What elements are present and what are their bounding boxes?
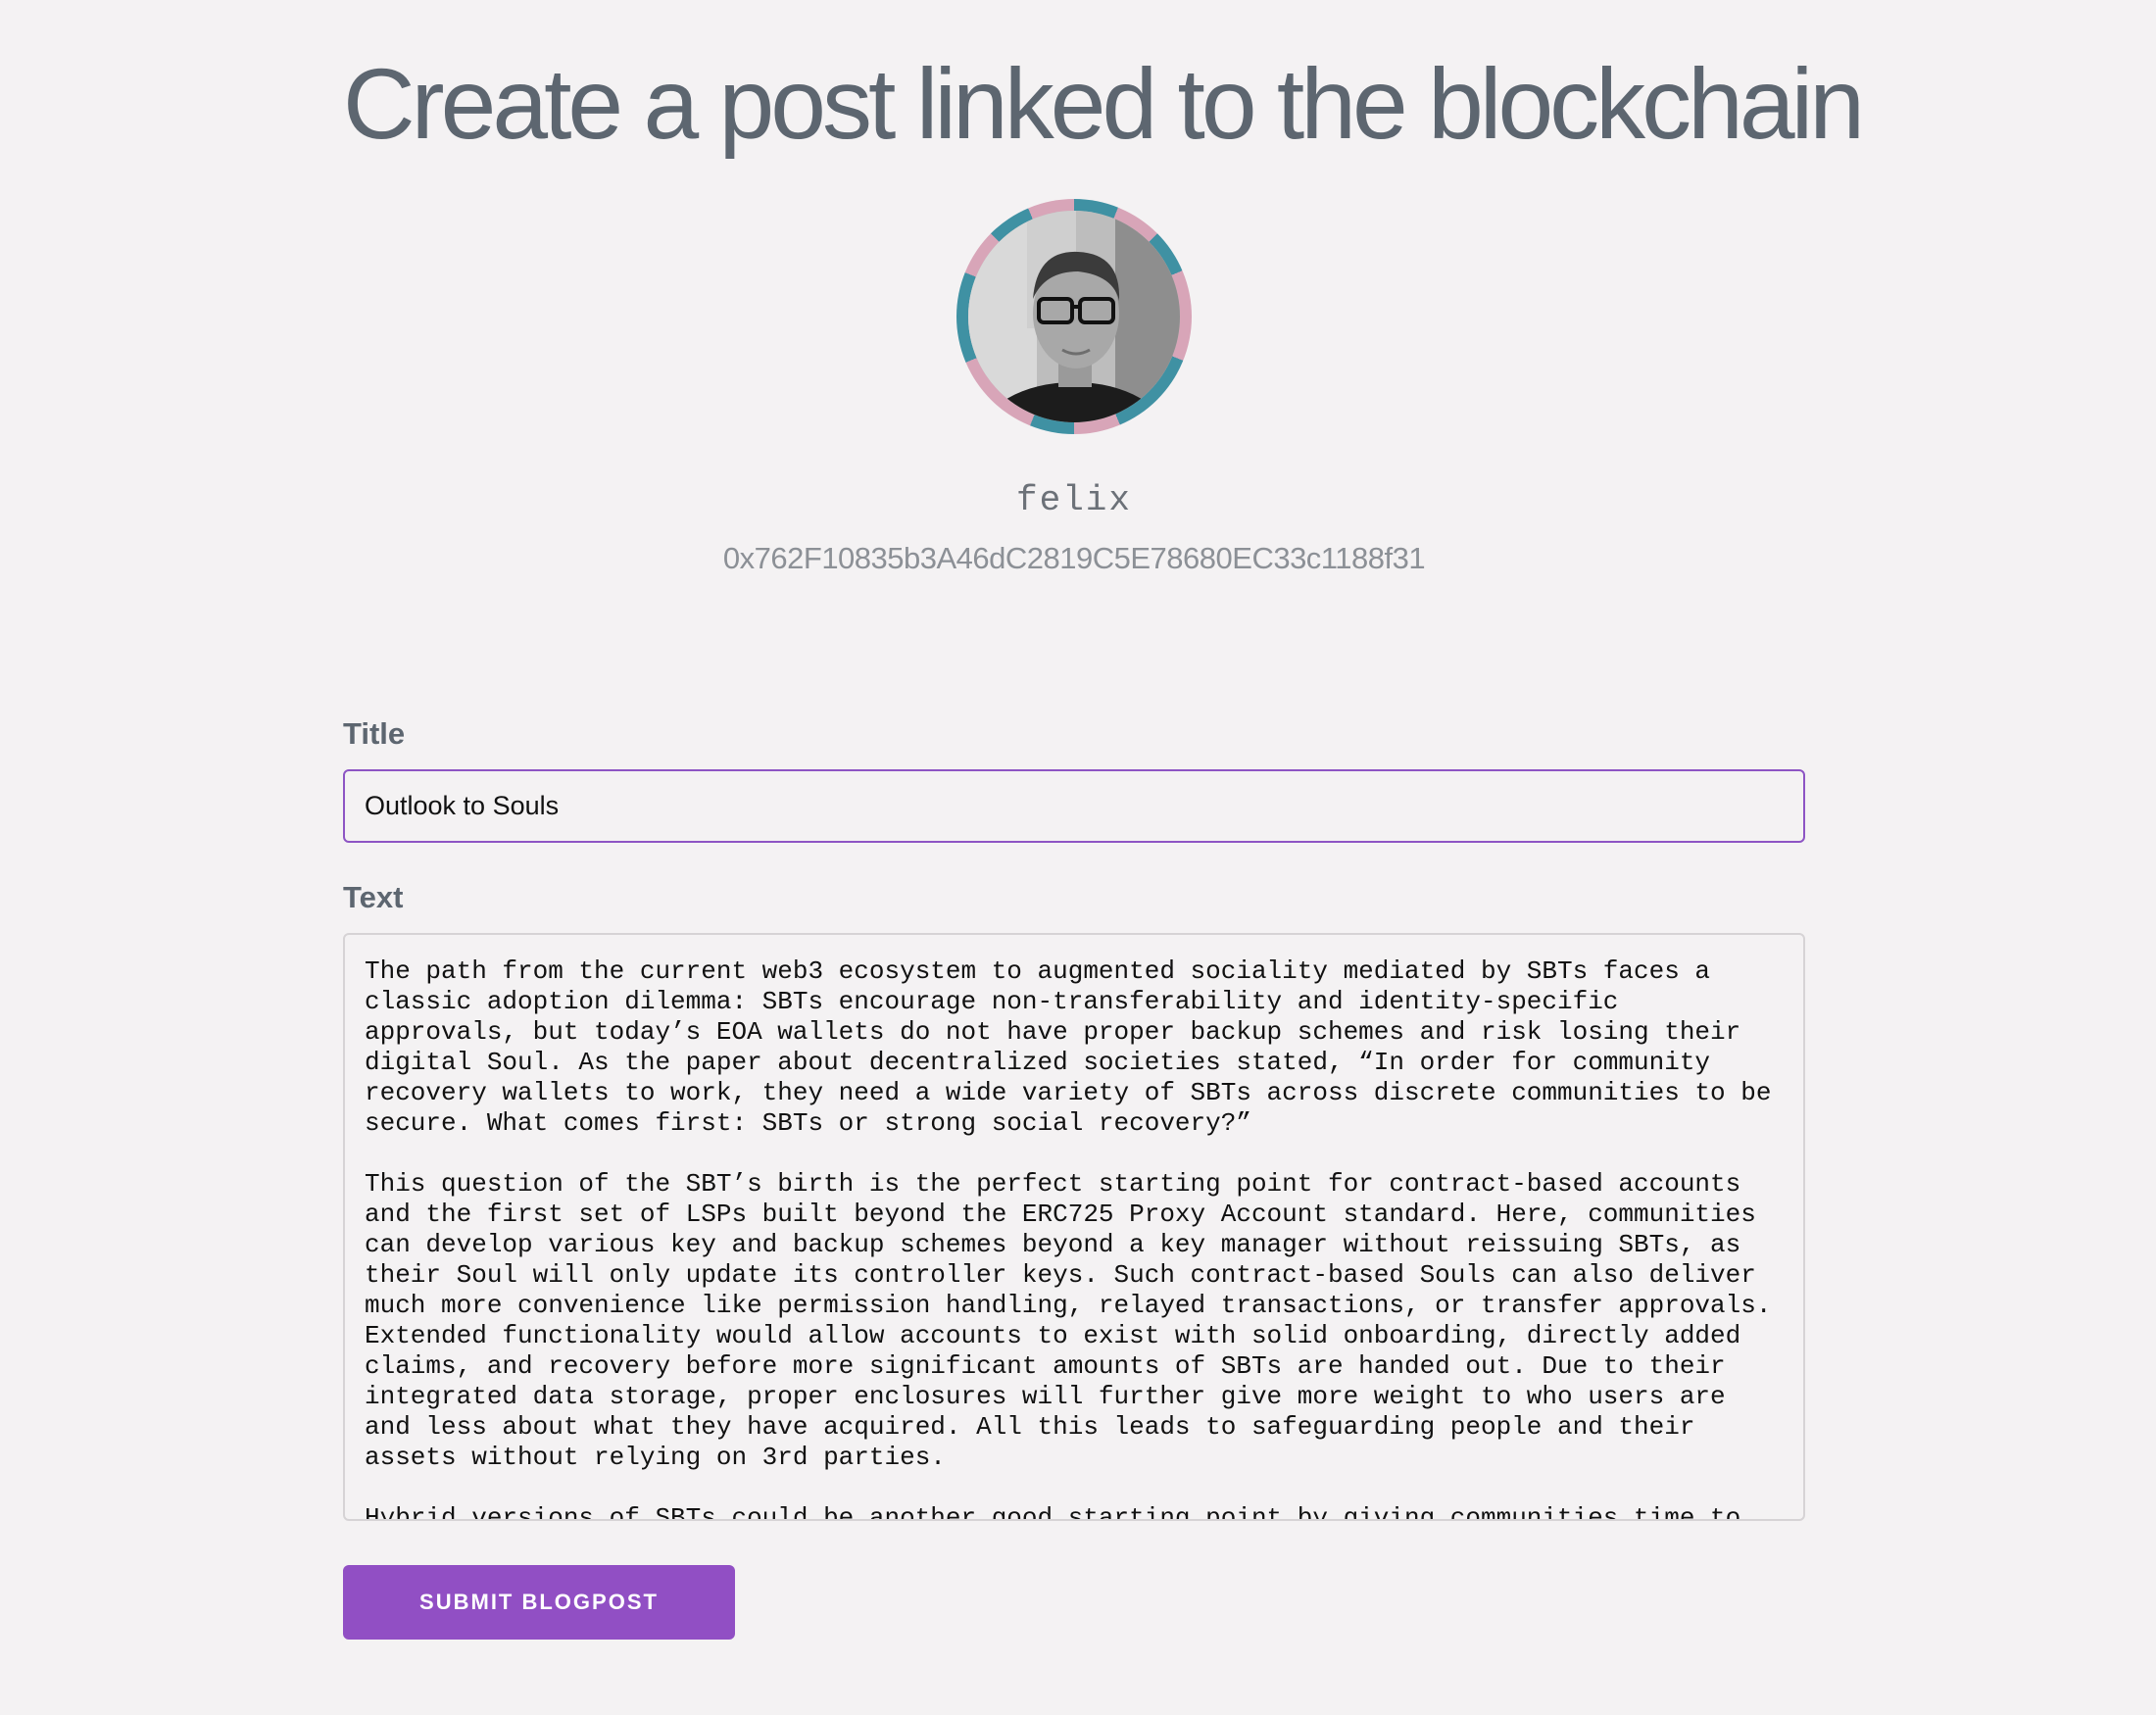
avatar-portrait-image — [968, 211, 1180, 422]
text-label: Text — [343, 880, 404, 914]
profile-avatar — [956, 199, 1192, 434]
title-input[interactable] — [343, 769, 1805, 843]
avatar-photo — [968, 211, 1180, 422]
submit-blogpost-button[interactable]: SUBMIT BLOGPOST — [343, 1565, 735, 1640]
profile-name: felix — [1015, 480, 1133, 520]
page-title: Create a post linked to the blockchain — [343, 48, 1865, 160]
avatar-ring — [956, 199, 1192, 434]
title-label: Title — [343, 716, 406, 751]
profile-address: 0x762F10835b3A46dC2819C5E78680EC33c1188f… — [722, 541, 1426, 575]
post-text-area[interactable]: The path from the current web3 ecosystem… — [343, 933, 1805, 1521]
